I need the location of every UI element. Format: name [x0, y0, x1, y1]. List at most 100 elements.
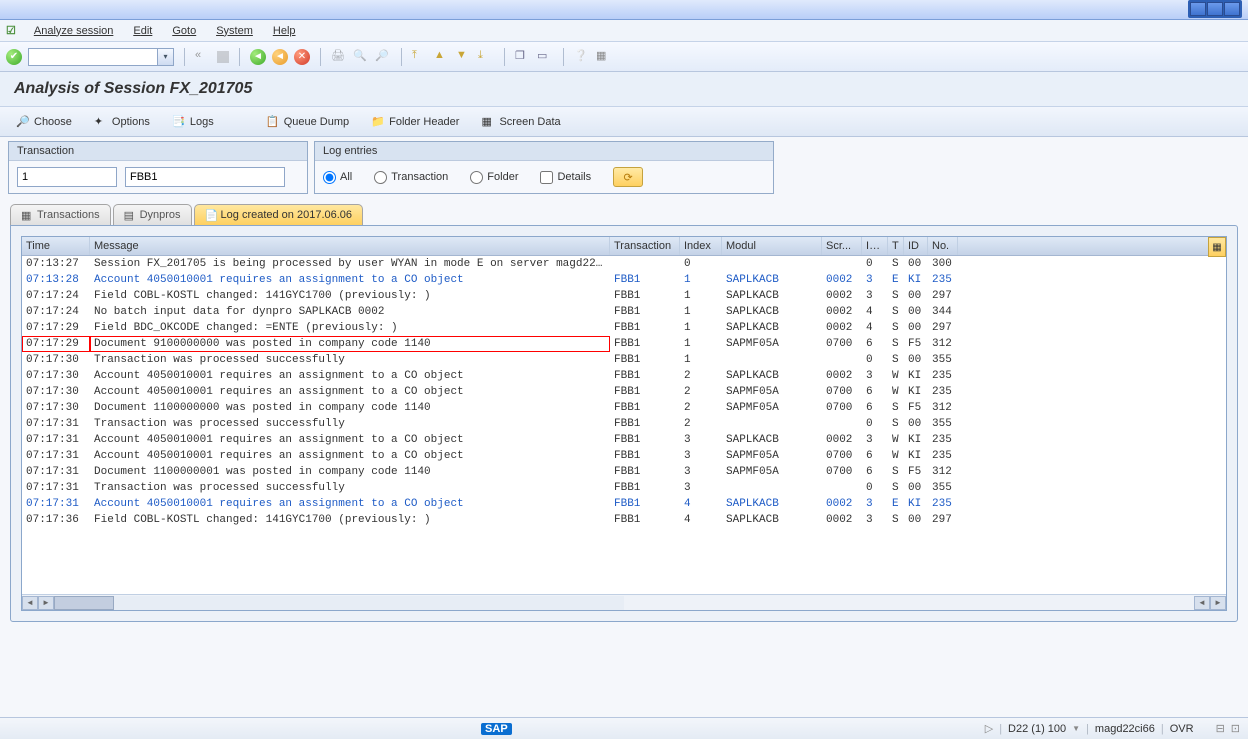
scroll-left-button[interactable]: ◄: [22, 596, 38, 610]
cell-transaction[interactable]: FBB1: [610, 272, 680, 288]
table-row[interactable]: 07:17:31Account 4050010001 requires an a…: [22, 496, 1226, 512]
table-row[interactable]: 07:17:30Transaction was processed succes…: [22, 352, 1226, 368]
table-row[interactable]: 07:17:30Document 1100000000 was posted i…: [22, 400, 1226, 416]
check-details-input[interactable]: [540, 171, 553, 184]
menu-goto[interactable]: Goto: [162, 25, 206, 37]
status-insert-mode[interactable]: OVR: [1170, 723, 1194, 735]
status-system-info[interactable]: D22 (1) 100: [1008, 723, 1066, 735]
command-field-dropdown[interactable]: ▾: [158, 48, 174, 66]
radio-all-input[interactable]: [323, 171, 336, 184]
refresh-button[interactable]: ⟳: [613, 167, 643, 187]
shortcut-icon[interactable]: ▭: [537, 49, 553, 65]
radio-folder-input[interactable]: [470, 171, 483, 184]
cell-modul[interactable]: SAPLKACB: [722, 272, 822, 288]
command-field[interactable]: [28, 48, 158, 66]
cell-index: 1: [680, 288, 722, 304]
table-row[interactable]: 07:17:36Field COBL-KOSTL changed: 141GYC…: [22, 512, 1226, 528]
table-row[interactable]: 07:17:31Transaction was processed succes…: [22, 480, 1226, 496]
find-icon[interactable]: 🔍: [353, 49, 369, 65]
col-header-message[interactable]: Message: [90, 237, 610, 255]
radio-folder[interactable]: Folder: [470, 171, 518, 184]
scroll-right-button[interactable]: ►: [38, 596, 54, 610]
cell-message: Account 4050010001 requires an assignmen…: [90, 272, 610, 288]
filter-panels: Transaction Log entries All Transaction …: [0, 137, 1248, 198]
menu-icon[interactable]: ☑: [6, 24, 16, 37]
transaction-code-field[interactable]: [125, 167, 285, 187]
col-header-time[interactable]: Time: [22, 237, 90, 255]
enter-button[interactable]: ✔: [6, 49, 22, 65]
screen-data-button[interactable]: ▦Screen Data: [475, 113, 566, 131]
col-header-in[interactable]: In...: [862, 237, 888, 255]
scrollbar-thumb[interactable]: [54, 596, 114, 610]
table-row[interactable]: 07:13:28Account 4050010001 requires an a…: [22, 272, 1226, 288]
table-row[interactable]: 07:17:29Field BDC_OKCODE changed: =ENTE …: [22, 320, 1226, 336]
table-row[interactable]: 07:17:30Account 4050010001 requires an a…: [22, 368, 1226, 384]
scroll-right-button-right[interactable]: ►: [1210, 596, 1226, 610]
status-tray-icon-2[interactable]: ⊡: [1231, 722, 1240, 735]
table-row[interactable]: 07:17:31Transaction was processed succes…: [22, 416, 1226, 432]
col-header-no[interactable]: No.: [928, 237, 958, 255]
table-row[interactable]: 07:17:29Document 9100000000 was posted i…: [22, 336, 1226, 352]
table-row[interactable]: 07:17:31Document 1100000001 was posted i…: [22, 464, 1226, 480]
back-button[interactable]: ◄: [250, 49, 266, 65]
print-icon[interactable]: 🖨: [331, 49, 347, 65]
options-button[interactable]: ✦Options: [88, 113, 156, 131]
logs-button[interactable]: 📑Logs: [166, 113, 220, 131]
check-details[interactable]: Details: [540, 171, 591, 184]
last-page-icon[interactable]: ⤓: [478, 49, 494, 65]
help-icon[interactable]: ❔: [574, 49, 590, 65]
table-row[interactable]: 07:17:30Account 4050010001 requires an a…: [22, 384, 1226, 400]
radio-all[interactable]: All: [323, 171, 352, 184]
new-session-icon[interactable]: ❐: [515, 49, 531, 65]
col-header-index[interactable]: Index: [680, 237, 722, 255]
tab-transactions[interactable]: ▦Transactions: [10, 204, 111, 225]
horizontal-scrollbar[interactable]: ◄ ► ◄ ►: [22, 594, 1226, 610]
nav-rewind-icon[interactable]: «: [195, 49, 211, 65]
tab-dynpros[interactable]: ▤Dynpros: [113, 204, 192, 225]
find-next-icon[interactable]: 🔎: [375, 49, 391, 65]
cell-transaction[interactable]: FBB1: [610, 496, 680, 512]
transaction-index-field[interactable]: [17, 167, 117, 187]
col-header-transaction[interactable]: Transaction: [610, 237, 680, 255]
exit-button[interactable]: ◄: [272, 49, 288, 65]
tab-log[interactable]: 📄Log created on 2017.06.06: [194, 204, 364, 225]
cell-modul[interactable]: SAPLKACB: [722, 496, 822, 512]
col-header-t[interactable]: T: [888, 237, 904, 255]
cell-id: 00: [904, 304, 928, 320]
scrollbar-track[interactable]: [54, 596, 624, 610]
prev-page-icon[interactable]: ▲: [434, 49, 450, 65]
table-row[interactable]: 07:17:31Account 4050010001 requires an a…: [22, 448, 1226, 464]
maximize-button[interactable]: [1207, 2, 1223, 16]
next-page-icon[interactable]: ▼: [456, 49, 472, 65]
radio-transaction-input[interactable]: [374, 171, 387, 184]
scroll-left-button-right[interactable]: ◄: [1194, 596, 1210, 610]
cell-no: 235: [928, 432, 958, 448]
menu-edit[interactable]: Edit: [123, 25, 162, 37]
table-row[interactable]: 07:17:24Field COBL-KOSTL changed: 141GYC…: [22, 288, 1226, 304]
folder-header-button[interactable]: 📁Folder Header: [365, 113, 465, 131]
table-row[interactable]: 07:17:24No batch input data for dynpro S…: [22, 304, 1226, 320]
choose-button[interactable]: 🔎Choose: [10, 113, 78, 131]
close-button[interactable]: [1224, 2, 1240, 16]
status-tray-icon[interactable]: ⊟: [1216, 722, 1225, 735]
menu-system[interactable]: System: [206, 25, 263, 37]
grid-settings-button[interactable]: ▦: [1208, 237, 1226, 257]
table-row[interactable]: 07:13:27Session FX_201705 is being proce…: [22, 256, 1226, 272]
menu-analyze-session[interactable]: Analyze session: [24, 25, 124, 37]
cancel-button[interactable]: ✕: [294, 49, 310, 65]
col-header-screen[interactable]: Scr...: [822, 237, 862, 255]
save-icon[interactable]: [217, 51, 229, 63]
grid-body[interactable]: 07:13:27Session FX_201705 is being proce…: [22, 256, 1226, 594]
radio-transaction[interactable]: Transaction: [374, 171, 448, 184]
layout-icon[interactable]: ▦: [596, 49, 612, 65]
status-nav-icon[interactable]: ▷: [985, 722, 993, 735]
table-row[interactable]: 07:17:31Account 4050010001 requires an a…: [22, 432, 1226, 448]
first-page-icon[interactable]: ⤒: [412, 49, 428, 65]
col-header-modul[interactable]: Modul: [722, 237, 822, 255]
cell-transaction: FBB1: [610, 480, 680, 496]
queue-dump-button[interactable]: 📋Queue Dump: [260, 113, 355, 131]
col-header-id[interactable]: ID: [904, 237, 928, 255]
menu-help[interactable]: Help: [263, 25, 306, 37]
minimize-button[interactable]: [1190, 2, 1206, 16]
cell-transaction: FBB1: [610, 288, 680, 304]
